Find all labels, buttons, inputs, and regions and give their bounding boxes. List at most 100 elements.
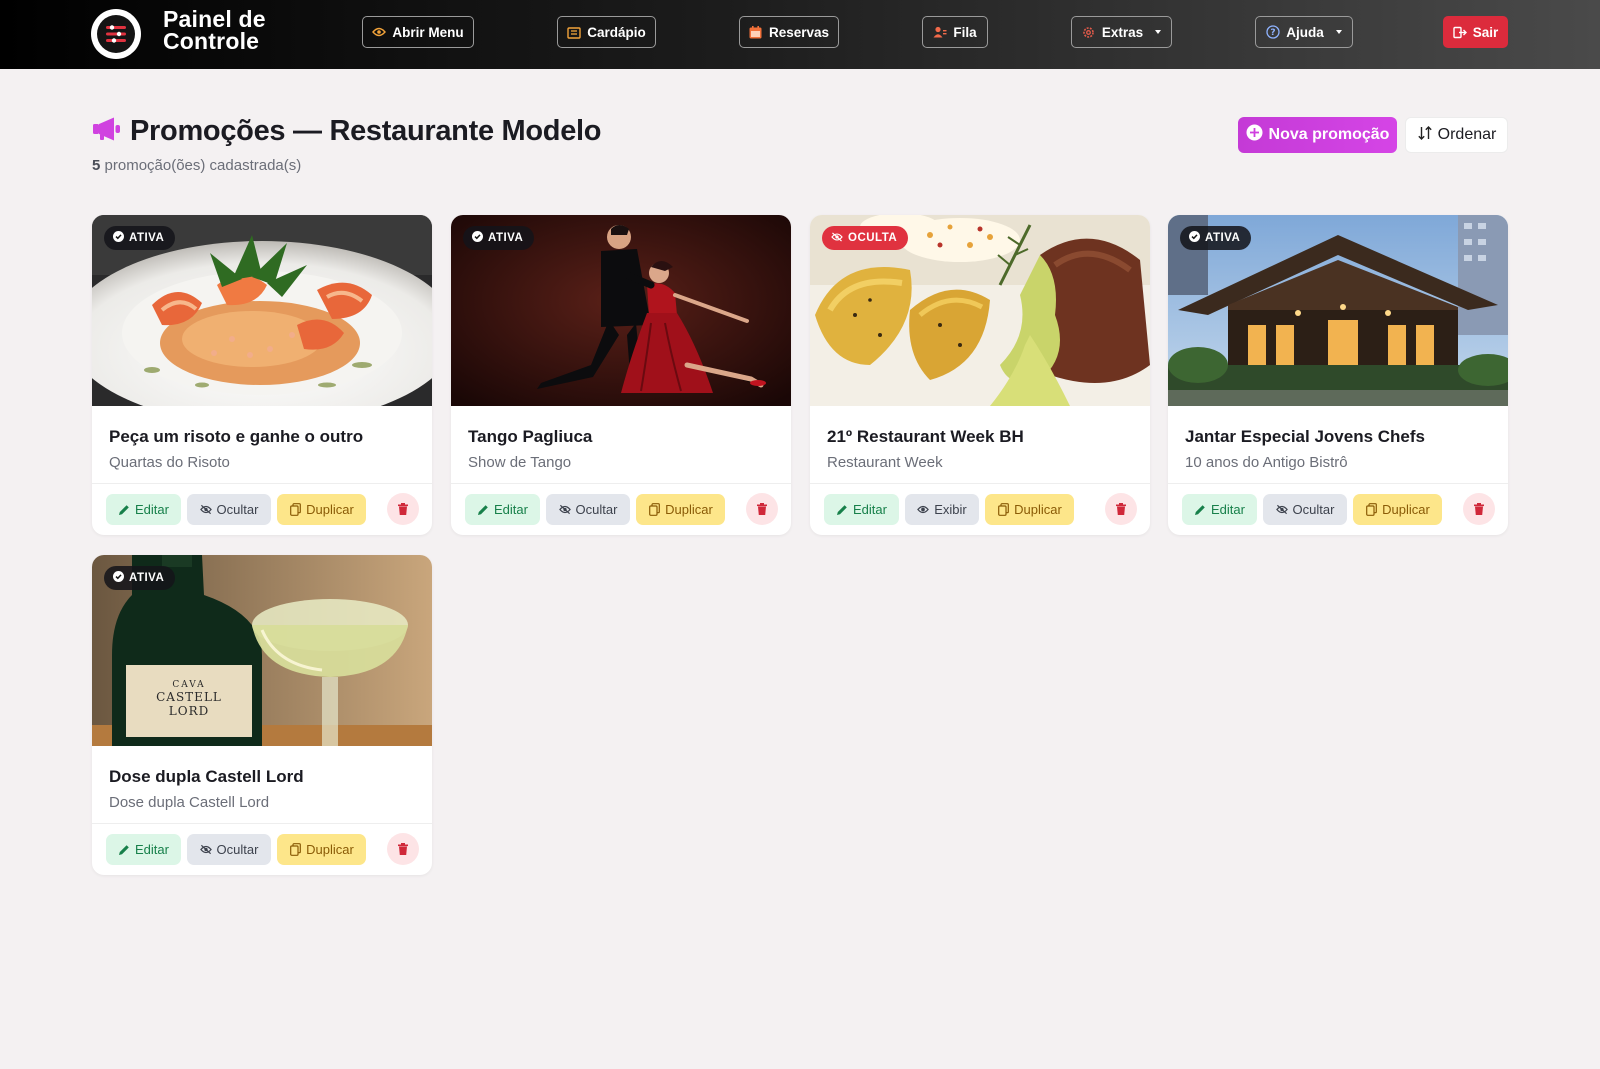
hide-button[interactable]: Ocultar — [546, 494, 630, 525]
chevron-down-icon — [1155, 30, 1162, 34]
duplicate-button[interactable]: Duplicar — [1353, 494, 1442, 525]
edit-button[interactable]: Editar — [465, 494, 540, 525]
logout-label: Sair — [1472, 24, 1499, 40]
logout-icon — [1453, 25, 1467, 39]
pencil-icon — [1194, 504, 1206, 516]
edit-label: Editar — [135, 842, 169, 857]
eye-slash-icon — [831, 231, 843, 245]
new-promotion-button[interactable]: Nova promoção — [1238, 117, 1397, 153]
calendar-icon — [749, 25, 763, 39]
top-navbar: Painel de Controle Abrir Menu Cardápio R… — [0, 0, 1600, 69]
edit-label: Editar — [1211, 502, 1245, 517]
card-title: Jantar Especial Jovens Chefs — [1185, 427, 1426, 446]
eye-slash-icon — [199, 504, 212, 516]
status-badge: ATIVA — [1180, 226, 1252, 250]
extras-label: Extras — [1101, 24, 1144, 40]
extras-dropdown[interactable]: Extras — [1071, 16, 1172, 48]
card-subtitle: Quartas do Risoto — [109, 454, 230, 471]
ajuda-dropdown[interactable]: ? Ajuda — [1255, 16, 1353, 48]
eye-icon — [372, 25, 387, 39]
duplicate-label: Duplicar — [306, 502, 354, 517]
reservas-button[interactable]: Reservas — [739, 16, 839, 48]
delete-button[interactable] — [746, 493, 778, 525]
trash-icon — [1473, 503, 1485, 515]
logout-button[interactable]: Sair — [1443, 16, 1508, 48]
edit-button[interactable]: Editar — [1182, 494, 1257, 525]
eye-slash-icon — [1275, 504, 1288, 516]
edit-label: Editar — [135, 502, 169, 517]
trash-icon — [756, 503, 768, 515]
cardapio-button[interactable]: Cardápio — [557, 16, 656, 48]
card-divider — [451, 483, 791, 484]
menu-book-icon — [567, 25, 581, 39]
status-badge: ATIVA — [104, 566, 176, 590]
hide-button[interactable]: Ocultar — [187, 834, 271, 865]
logo[interactable] — [91, 9, 141, 59]
card-divider — [92, 823, 432, 824]
duplicate-button[interactable]: Duplicar — [636, 494, 725, 525]
trash-icon — [397, 503, 409, 515]
duplicate-button[interactable]: Duplicar — [277, 494, 366, 525]
app-title: Painel de Controle — [163, 6, 266, 54]
fila-button[interactable]: Fila — [922, 16, 988, 48]
queue-people-icon — [933, 25, 947, 39]
pencil-icon — [118, 844, 130, 856]
duplicate-label: Duplicar — [306, 842, 354, 857]
hide-label: Ocultar — [216, 502, 259, 517]
svg-text:LORD: LORD — [169, 704, 209, 718]
duplicate-button[interactable]: Duplicar — [277, 834, 366, 865]
card-title: Dose dupla Castell Lord — [109, 767, 304, 786]
page-title: Promoções — Restaurante Modelo — [92, 115, 602, 148]
card-divider — [810, 483, 1150, 484]
status-badge-label: ATIVA — [1205, 232, 1241, 244]
show-button[interactable]: Exibir — [905, 494, 979, 525]
cardapio-label: Cardápio — [587, 24, 646, 40]
check-circle-icon — [472, 231, 483, 245]
check-circle-icon — [113, 231, 124, 245]
duplicate-button[interactable]: Duplicar — [985, 494, 1074, 525]
copy-icon — [1365, 503, 1377, 516]
show-label: Exibir — [934, 502, 967, 517]
sort-button[interactable]: Ordenar — [1405, 117, 1508, 153]
card-subtitle: Dose dupla Castell Lord — [109, 794, 270, 811]
open-menu-button[interactable]: Abrir Menu — [362, 16, 474, 48]
card-title: Tango Pagliuca — [468, 427, 593, 446]
edit-button[interactable]: Editar — [106, 834, 181, 865]
megaphone-icon — [92, 116, 122, 147]
duplicate-label: Duplicar — [1382, 502, 1430, 517]
app-title-line1: Painel de — [163, 6, 266, 32]
promotion-count: 5 promoção(ões) cadastrada(s) — [92, 157, 301, 174]
promotion-card: ATIVA Tango Pagliuca Show de Tango Edita… — [451, 215, 791, 535]
chevron-down-icon — [1335, 30, 1342, 34]
status-badge-label: OCULTA — [848, 232, 898, 244]
delete-button[interactable] — [1105, 493, 1137, 525]
duplicate-label: Duplicar — [1014, 502, 1062, 517]
delete-button[interactable] — [387, 493, 419, 525]
delete-button[interactable] — [1463, 493, 1495, 525]
trash-icon — [1115, 503, 1127, 515]
hide-button[interactable]: Ocultar — [187, 494, 271, 525]
help-circle-icon: ? — [1266, 25, 1280, 39]
status-badge: OCULTA — [822, 226, 909, 250]
status-badge-label: ATIVA — [488, 232, 524, 244]
edit-button[interactable]: Editar — [106, 494, 181, 525]
card-title: 21º Restaurant Week BH — [827, 427, 1024, 446]
check-circle-icon — [1189, 231, 1200, 245]
card-title: Peça um risoto e ganhe o outro — [109, 427, 364, 446]
promotion-card: ATIVA Peça um risoto e ganhe o outro Qua… — [92, 215, 432, 535]
eye-slash-icon — [199, 844, 212, 856]
svg-text:CAVA: CAVA — [172, 680, 205, 690]
copy-icon — [289, 503, 301, 516]
card-divider — [92, 483, 432, 484]
page-heading: Promoções — Restaurante Modelo — [130, 115, 602, 147]
sort-arrows-icon — [1417, 125, 1433, 146]
app-title-line2: Controle — [163, 28, 260, 54]
fila-label: Fila — [953, 24, 977, 40]
svg-text:?: ? — [1271, 28, 1276, 38]
hide-label: Ocultar — [216, 842, 259, 857]
sort-label: Ordenar — [1437, 126, 1497, 143]
copy-icon — [648, 503, 660, 516]
edit-button[interactable]: Editar — [824, 494, 899, 525]
hide-button[interactable]: Ocultar — [1263, 494, 1347, 525]
delete-button[interactable] — [387, 833, 419, 865]
